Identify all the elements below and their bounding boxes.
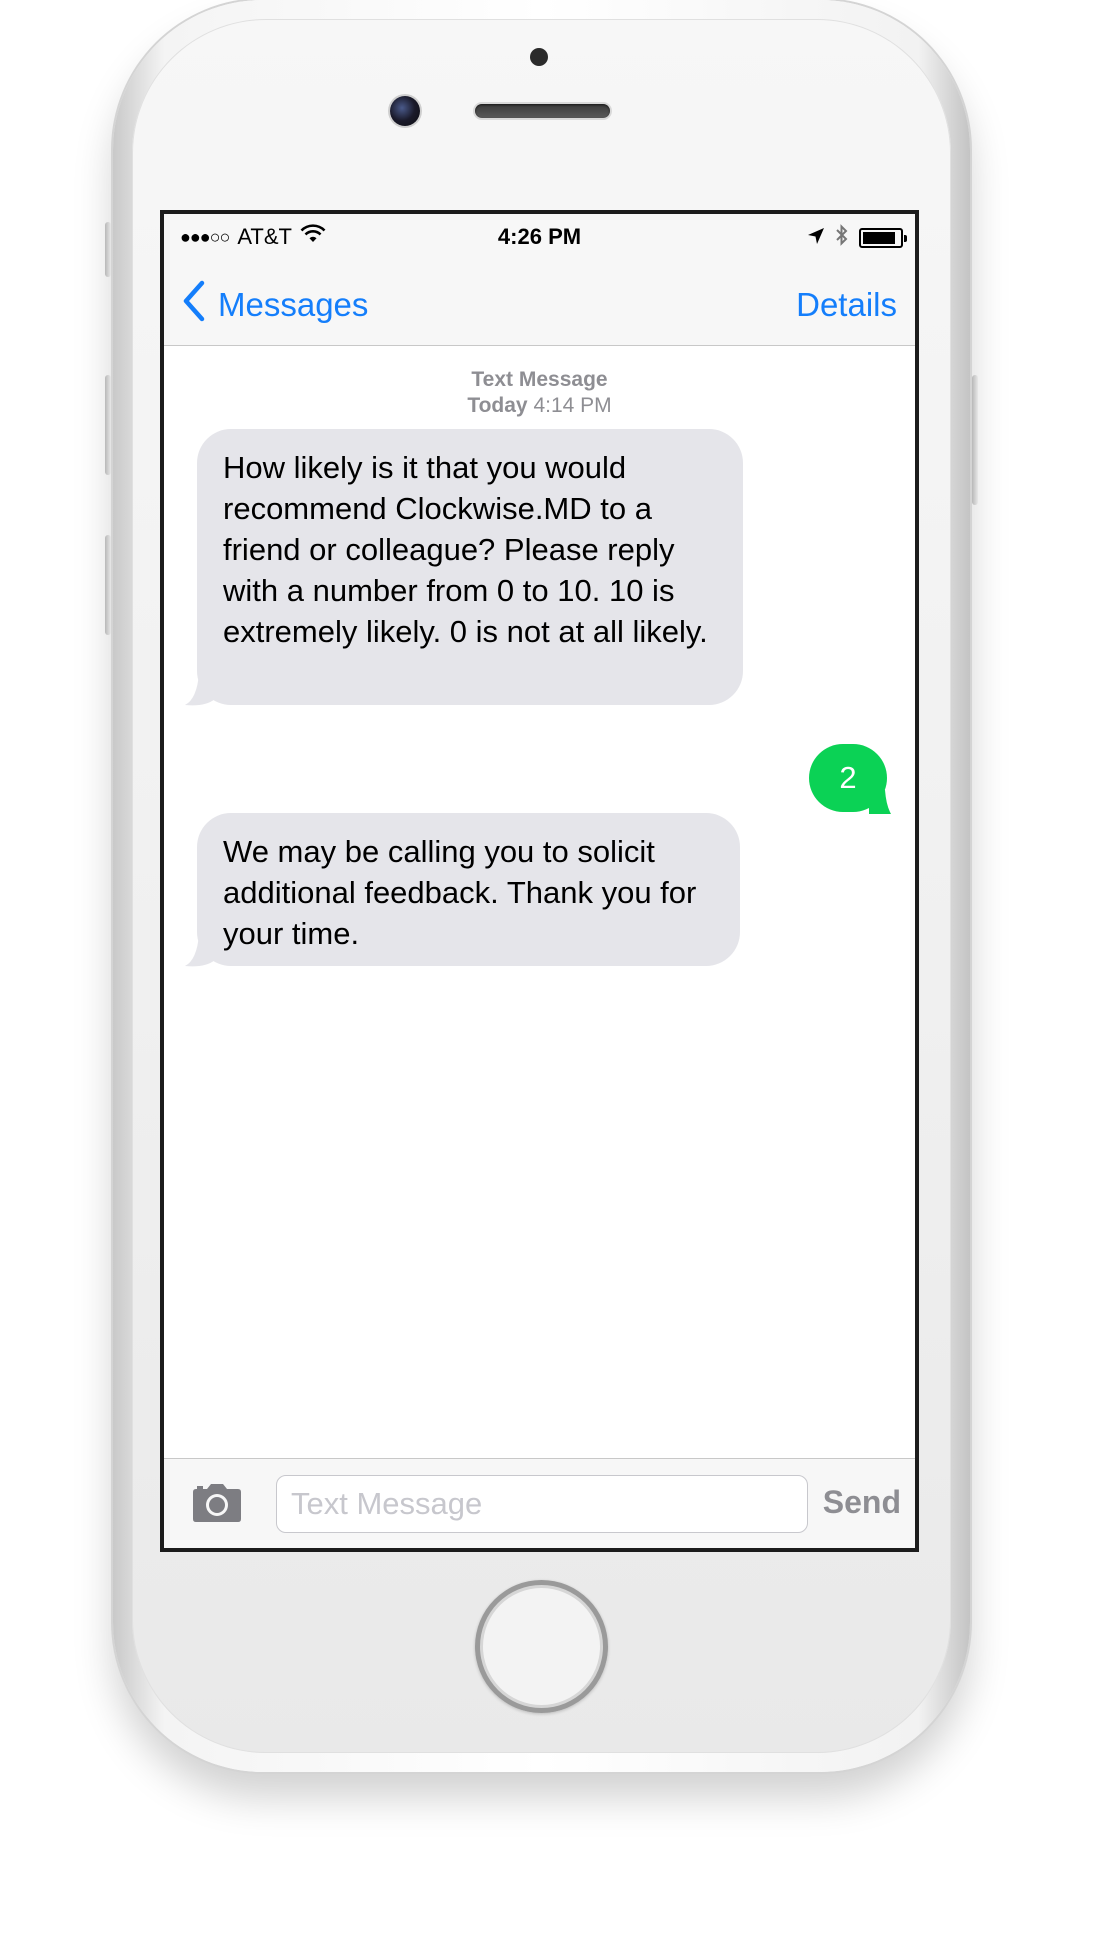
incoming-message-bubble[interactable]: We may be calling you to solicit additio… [185, 813, 740, 967]
earpiece-speaker [475, 104, 610, 118]
bubble-tail [183, 934, 217, 968]
thread-header-title: Text Message [471, 368, 608, 391]
message-thread[interactable]: Text Message Today 4:14 PM How likely is… [164, 347, 915, 1467]
power-button [972, 375, 978, 505]
navigation-bar: Messages Details [164, 258, 915, 346]
home-button[interactable] [475, 1580, 608, 1713]
thread-header-day: Today [467, 394, 528, 417]
camera-icon [192, 1484, 242, 1527]
thread-header-time: 4:14 PM [533, 394, 612, 417]
proximity-sensor [530, 48, 548, 66]
back-button-label: Messages [218, 286, 369, 323]
volume-down-button [105, 535, 111, 635]
back-button[interactable]: Messages [182, 280, 368, 330]
message-text: How likely is it that you would recommen… [223, 450, 708, 649]
bubble-tail [867, 780, 901, 814]
camera-button[interactable] [192, 1483, 242, 1523]
message-input-bar: Send [164, 1458, 915, 1548]
outgoing-message-bubble[interactable]: 2 [809, 744, 892, 814]
send-button[interactable]: Send [823, 1484, 901, 1521]
thread-header-timestamp: Today 4:14 PM [164, 393, 915, 419]
front-camera [390, 96, 420, 126]
bluetooth-icon [835, 224, 849, 252]
volume-up-button [105, 375, 111, 475]
battery-icon [859, 228, 907, 248]
phone-screen: ●●●○○ AT&T 4:26 PM Messages Details Text… [160, 210, 919, 1552]
battery-fill [863, 232, 895, 244]
message-text-field[interactable] [276, 1475, 808, 1533]
incoming-message-bubble[interactable]: How likely is it that you would recommen… [185, 429, 743, 706]
status-time: 4:26 PM [497, 224, 582, 249]
bubble-tail [183, 673, 217, 707]
chevron-left-icon [182, 280, 206, 330]
details-button[interactable]: Details [796, 286, 897, 324]
message-text: 2 [839, 760, 857, 795]
location-arrow-icon [807, 225, 825, 251]
battery-tip [904, 235, 907, 242]
status-right [807, 224, 907, 252]
status-bar: ●●●○○ AT&T 4:26 PM [164, 214, 915, 258]
message-text: We may be calling you to solicit additio… [223, 834, 697, 951]
thread-header: Text Message Today 4:14 PM [164, 367, 915, 419]
mute-switch [105, 222, 111, 277]
